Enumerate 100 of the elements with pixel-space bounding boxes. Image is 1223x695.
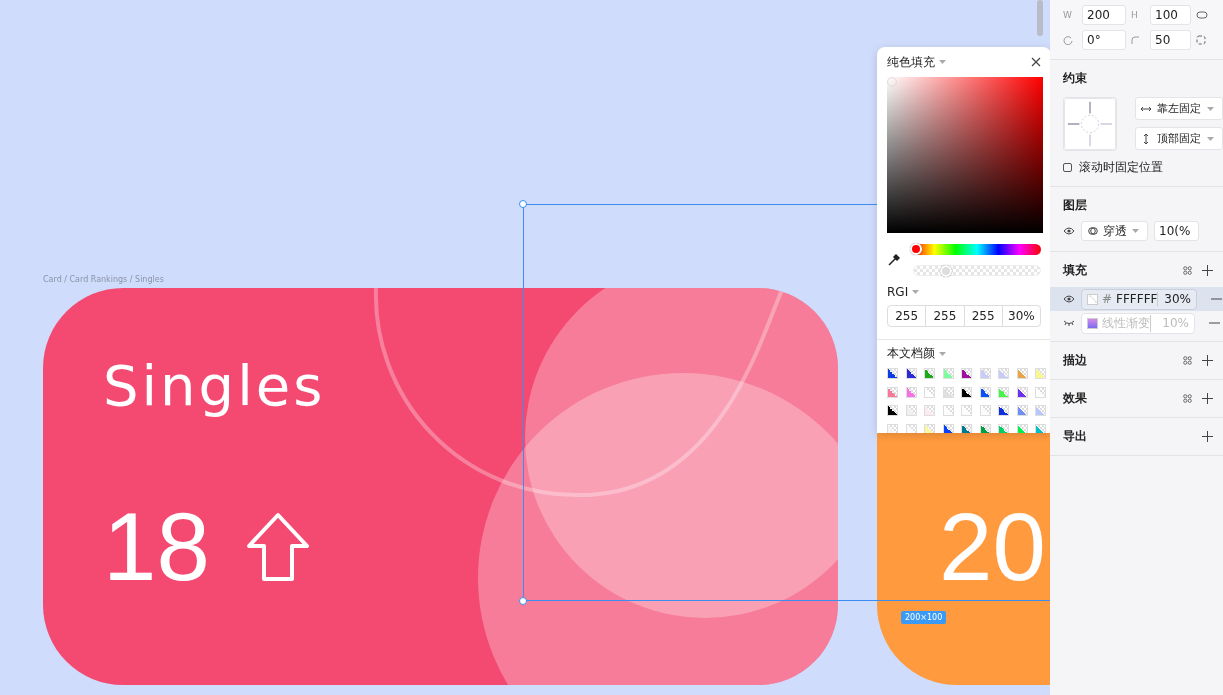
color-swatch[interactable] bbox=[942, 405, 954, 416]
color-swatch[interactable] bbox=[998, 405, 1009, 416]
color-swatch[interactable] bbox=[1016, 423, 1028, 433]
vertical-arrow-icon bbox=[1141, 133, 1151, 144]
color-swatch[interactable] bbox=[905, 368, 917, 379]
fill-value: FFFFFF bbox=[1116, 292, 1159, 306]
corners-icon bbox=[1196, 35, 1206, 45]
color-swatch[interactable] bbox=[942, 423, 954, 433]
hue-slider[interactable] bbox=[913, 244, 1041, 255]
styles-icon bbox=[1183, 266, 1192, 275]
caret-icon bbox=[1132, 229, 1139, 233]
color-swatch[interactable] bbox=[1016, 405, 1028, 416]
section-title: 图层 bbox=[1063, 197, 1088, 214]
corner-radius-icon bbox=[1131, 36, 1139, 44]
color-swatch[interactable] bbox=[942, 386, 954, 398]
add-icon[interactable] bbox=[1202, 431, 1213, 442]
fill-opacity: 30% bbox=[1163, 292, 1191, 306]
caret-icon bbox=[939, 351, 946, 356]
blend-icon bbox=[1088, 227, 1098, 235]
color-swatch[interactable] bbox=[924, 405, 935, 416]
slider-thumb[interactable] bbox=[909, 243, 922, 255]
color-swatch[interactable] bbox=[1035, 386, 1046, 398]
width-label: W bbox=[1063, 10, 1073, 20]
breadcrumb: Card / Card Rankings / Singles bbox=[43, 275, 164, 284]
swatches-dropdown[interactable]: 本文档颜 bbox=[887, 345, 935, 362]
color-swatch[interactable] bbox=[979, 405, 991, 416]
close-icon[interactable] bbox=[1031, 57, 1041, 67]
color-swatch[interactable] bbox=[1035, 368, 1046, 379]
color-swatch[interactable] bbox=[924, 423, 935, 433]
radius-input[interactable]: 50 bbox=[1150, 30, 1191, 50]
caret-icon bbox=[912, 290, 920, 294]
eyedropper-icon bbox=[887, 253, 901, 267]
section-title: 描边 bbox=[1063, 352, 1088, 369]
scrollbar[interactable] bbox=[1037, 0, 1043, 36]
selected-fill-row[interactable]: # FFFFFF 30% bbox=[1050, 287, 1223, 311]
checkbox-label: 滚动时固定位置 bbox=[1079, 159, 1163, 176]
resize-handle[interactable] bbox=[519, 200, 527, 208]
card-value: 18 bbox=[103, 499, 210, 595]
caret-icon bbox=[1207, 136, 1214, 141]
add-icon[interactable] bbox=[1202, 393, 1213, 404]
gradient-swatch bbox=[1087, 317, 1098, 329]
section-title: 填充 bbox=[1063, 262, 1088, 279]
color-swatch[interactable] bbox=[961, 368, 972, 379]
color-swatch[interactable] bbox=[998, 386, 1009, 398]
width-input[interactable]: 200 bbox=[1082, 5, 1126, 25]
color-swatch[interactable] bbox=[905, 405, 917, 416]
caret-icon bbox=[939, 60, 946, 64]
card-value: 20 bbox=[939, 499, 1046, 595]
vertical-constraint-dropdown[interactable]: 顶部固定 bbox=[1135, 127, 1223, 150]
section-title: 效果 bbox=[1063, 390, 1088, 407]
add-icon[interactable] bbox=[1202, 265, 1213, 276]
color-swatch[interactable] bbox=[905, 386, 917, 398]
checkbox[interactable] bbox=[1063, 163, 1072, 172]
section-title: 约束 bbox=[1063, 70, 1088, 87]
color-swatch[interactable] bbox=[961, 405, 972, 416]
color-swatch[interactable] bbox=[887, 405, 898, 416]
opacity-slider[interactable] bbox=[913, 265, 1041, 276]
value-input[interactable]: 30% bbox=[1001, 306, 1040, 326]
blend-mode-dropdown[interactable]: 穿透 bbox=[1081, 221, 1148, 241]
saturation-picker[interactable] bbox=[887, 77, 1043, 233]
color-swatch[interactable] bbox=[961, 386, 972, 398]
color-swatch[interactable] bbox=[887, 386, 898, 398]
color-swatch[interactable] bbox=[1016, 386, 1028, 398]
color-swatch[interactable] bbox=[979, 368, 991, 379]
color-swatch[interactable] bbox=[961, 423, 972, 433]
color-swatch[interactable] bbox=[924, 368, 935, 379]
value-input[interactable]: 255 bbox=[888, 306, 926, 326]
color-swatch[interactable] bbox=[905, 423, 917, 433]
eye-closed-icon[interactable] bbox=[1063, 319, 1075, 327]
color-swatch[interactable] bbox=[998, 368, 1009, 379]
color-swatch[interactable] bbox=[887, 423, 898, 433]
color-swatch[interactable] bbox=[1035, 423, 1046, 433]
color-swatch[interactable] bbox=[924, 386, 935, 398]
fill-value: 线性渐变 bbox=[1102, 314, 1151, 332]
value-input[interactable]: 255 bbox=[963, 306, 1002, 326]
eye-icon[interactable] bbox=[1063, 227, 1075, 235]
color-swatch[interactable] bbox=[979, 423, 991, 433]
slider-thumb[interactable] bbox=[939, 265, 952, 277]
link-icon bbox=[1196, 11, 1208, 19]
color-mode-dropdown[interactable]: RGI bbox=[887, 285, 909, 299]
eye-icon[interactable] bbox=[1063, 295, 1075, 303]
height-label: H bbox=[1131, 10, 1139, 20]
fill-type-dropdown[interactable]: 纯色填充 bbox=[887, 53, 935, 71]
height-input[interactable]: 100 bbox=[1150, 5, 1191, 25]
resize-handle[interactable] bbox=[519, 597, 527, 605]
color-swatch[interactable] bbox=[1035, 405, 1046, 416]
color-swatch[interactable] bbox=[1016, 368, 1028, 379]
rotation-input[interactable]: 0° bbox=[1082, 30, 1126, 50]
color-swatch[interactable] bbox=[998, 423, 1009, 433]
horizontal-constraint-dropdown[interactable]: 靠左固定 bbox=[1135, 97, 1223, 120]
color-swatch[interactable] bbox=[979, 386, 991, 398]
section-title: 导出 bbox=[1063, 428, 1088, 445]
color-swatch[interactable] bbox=[887, 368, 898, 379]
value-input[interactable]: 255 bbox=[925, 306, 964, 326]
hash-label: # bbox=[1102, 292, 1113, 306]
fill-opacity: 10% bbox=[1161, 316, 1189, 330]
opacity-input[interactable]: 10(% bbox=[1154, 221, 1199, 241]
color-swatch[interactable] bbox=[942, 368, 954, 379]
rotate-icon bbox=[1063, 35, 1073, 45]
add-icon[interactable] bbox=[1202, 355, 1213, 366]
